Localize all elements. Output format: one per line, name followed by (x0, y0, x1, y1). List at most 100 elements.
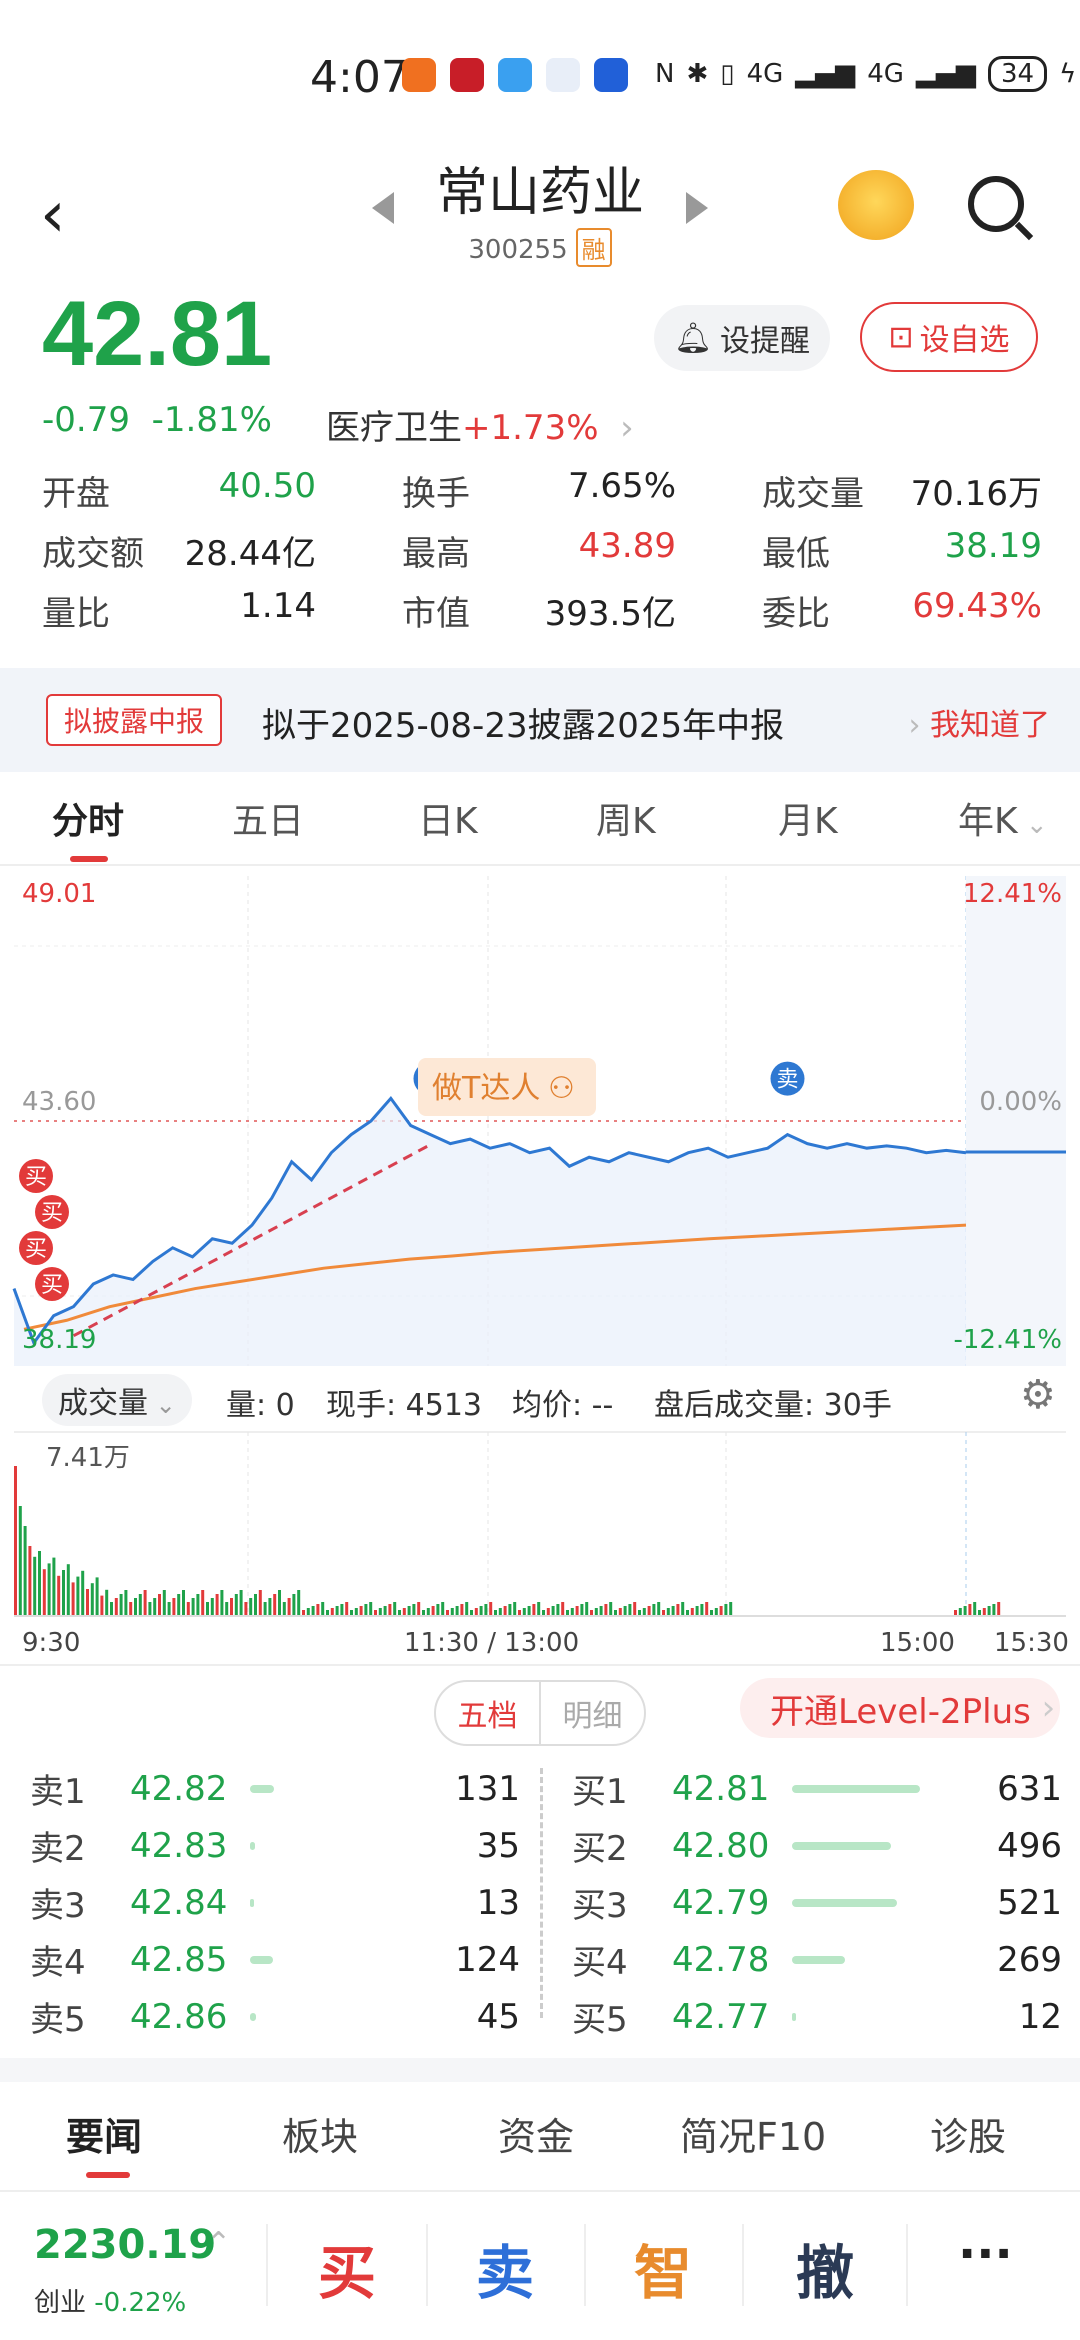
x-label-open: 9:30 (22, 1628, 81, 1658)
flower-icon (546, 58, 580, 92)
tab-five-day[interactable]: 五日 (232, 792, 304, 844)
stat-value: 1.14 (240, 585, 316, 626)
current-hand: 现手: 4513 (326, 1388, 482, 1423)
stat-value: 70.16万 (910, 473, 1042, 514)
ask-row[interactable]: 卖2 42.83 35 (30, 1817, 520, 1874)
tab-news[interactable]: 要闻 (66, 2106, 142, 2161)
bluetooth-icon: ✱ (686, 59, 709, 89)
level-quantity: 521 (997, 1882, 1062, 1923)
tab-yearly-k[interactable]: 年K ⌄ (958, 792, 1048, 844)
after-hours-area (966, 876, 1066, 1366)
volume-bar (71, 1582, 75, 1616)
smart-button[interactable]: 智 (634, 2226, 692, 2310)
cancel-order-button[interactable]: 撤 (796, 2226, 854, 2310)
sector-link[interactable]: 医疗卫生+1.73% › (326, 400, 634, 449)
ask-row[interactable]: 卖3 42.84 13 (30, 1874, 520, 1931)
bid-row[interactable]: 买2 42.80 496 (572, 1817, 1062, 1874)
volume-chart[interactable]: 7.41万 (0, 1430, 1080, 1620)
tab-weekly-k[interactable]: 周K (596, 792, 656, 844)
level-price: 42.77 (672, 1996, 770, 2037)
stats-grid: 开盘 40.50 换手 7.65% 成交量 70.16万 成交额 28.44亿 最高 43.89 最… (42, 460, 1042, 640)
tab-daily-k[interactable]: 日K (418, 792, 478, 844)
buy-button[interactable]: 买 (318, 2226, 376, 2310)
volume-bar (575, 1606, 579, 1616)
sell-button[interactable]: 卖 (476, 2226, 534, 2310)
volume-bar (364, 1604, 368, 1616)
segment-details[interactable]: 明细 (541, 1682, 644, 1744)
search-icon[interactable] (968, 176, 1024, 232)
bid-row[interactable]: 买1 42.81 631 (572, 1760, 1062, 1817)
volume-bar (407, 1606, 411, 1616)
volume-bar (417, 1602, 421, 1616)
tab-intraday[interactable]: 分时 (52, 792, 124, 844)
buy-marker-label: 买 (41, 1273, 63, 1298)
intraday-chart[interactable]: 买买买买卖卖 做T达人 ⚇ 49.01 43.60 38.19 12.41% 0… (0, 866, 1080, 1366)
tab-diagnosis[interactable]: 诊股 (930, 2106, 1006, 2161)
volume-bar (354, 1608, 358, 1616)
bid-row[interactable]: 买4 42.78 269 (572, 1931, 1062, 1988)
notice-tag: 拟披露中报 (46, 694, 223, 746)
volume-header: 成交量 ⌄ 量: 0 现手: 4513 均价: -- 盘后成交量: 30手 ⚙ (0, 1370, 1080, 1430)
stat-value: 393.5亿 (544, 593, 676, 634)
chevron-up-icon[interactable]: ⌃ (206, 2226, 231, 2261)
price-change: -0.79 -1.81% (42, 400, 272, 440)
volume-bar (186, 1602, 190, 1616)
add-watchlist-button[interactable]: ⊡ 设自选 (860, 302, 1038, 372)
y-min-label: 38.19 (22, 1325, 96, 1355)
volume-bar (215, 1594, 219, 1616)
set-alert-button[interactable]: 🔔︎ 设提醒 (654, 305, 830, 371)
share-icon[interactable]: ⚇ (548, 1071, 575, 1106)
bid-row[interactable]: 买3 42.79 521 (572, 1874, 1062, 1931)
volume-bar (513, 1602, 517, 1616)
separator (742, 2224, 744, 2306)
settings-icon[interactable]: ⚙ (1020, 1372, 1056, 1418)
stats-row: 开盘 40.50 换手 7.65% 成交量 70.16万 (42, 460, 1042, 520)
ask-levels: 卖1 42.82 131 卖2 42.83 35 卖3 42.84 13 卖4 42.85 124 卖5… (30, 1760, 520, 2045)
level-price: 42.81 (672, 1768, 770, 1809)
watchlist-icon: ⊡ (888, 319, 914, 355)
index-value[interactable]: 2230.19 (34, 2222, 216, 2268)
level2-upgrade-button[interactable]: 开通Level-2Plus › (740, 1678, 1060, 1738)
ask-row[interactable]: 卖5 42.86 45 (30, 1988, 520, 2045)
tab-funds[interactable]: 资金 (498, 2106, 574, 2161)
volume-bar (335, 1606, 339, 1616)
volume-bar (436, 1604, 440, 1616)
volume-bar (18, 1506, 22, 1616)
stat-label: 最低 (762, 533, 830, 574)
sell-marker-label: 卖 (776, 1068, 798, 1093)
tab-monthly-k[interactable]: 月K (778, 792, 838, 844)
volume-bar (138, 1594, 142, 1616)
stat-cell: 成交额 28.44亿 (42, 526, 316, 575)
volume-bar (642, 1608, 646, 1616)
level-label: 买1 (572, 1772, 628, 1812)
level-quantity: 496 (997, 1825, 1062, 1866)
mascot-icon[interactable] (838, 170, 914, 240)
tab-profile-f10[interactable]: 简况F10 (680, 2106, 826, 2161)
pct-min-label: -12.41% (953, 1325, 1062, 1355)
volume-bar (987, 1606, 991, 1616)
tab-sector[interactable]: 板块 (282, 2106, 358, 2161)
y-max-label: 49.01 (22, 879, 96, 909)
ask-row[interactable]: 卖4 42.85 124 (30, 1931, 520, 1988)
segment-five-levels[interactable]: 五档 (436, 1682, 541, 1744)
volume-bar (177, 1594, 181, 1616)
current-price: 42.81 (42, 283, 273, 385)
buy-marker-label: 买 (25, 1165, 47, 1190)
bid-row[interactable]: 买5 42.77 12 (572, 1988, 1062, 2045)
notice-ack-button[interactable]: › 我知道了 (908, 700, 1050, 744)
level-quantity: 131 (455, 1768, 520, 1809)
volume-bar (609, 1602, 613, 1616)
disclosure-notice[interactable]: 拟披露中报 拟于2025-08-23披露2025年中报 › 我知道了 (0, 668, 1080, 772)
volume-bar (201, 1590, 205, 1616)
volume-bar (623, 1606, 627, 1616)
volume-selector[interactable]: 成交量 ⌄ (42, 1374, 192, 1426)
buy-marker-label: 买 (25, 1237, 47, 1262)
next-stock-button[interactable] (686, 192, 708, 224)
tab-active-indicator (70, 856, 108, 862)
stat-cell: 委比 69.43% (762, 586, 1042, 635)
notification-icons (402, 58, 628, 92)
add-watchlist-label: 设自选 (919, 323, 1010, 358)
change-value: -0.79 (42, 400, 130, 440)
more-icon[interactable]: ··· (958, 2226, 1013, 2282)
ask-row[interactable]: 卖1 42.82 131 (30, 1760, 520, 1817)
